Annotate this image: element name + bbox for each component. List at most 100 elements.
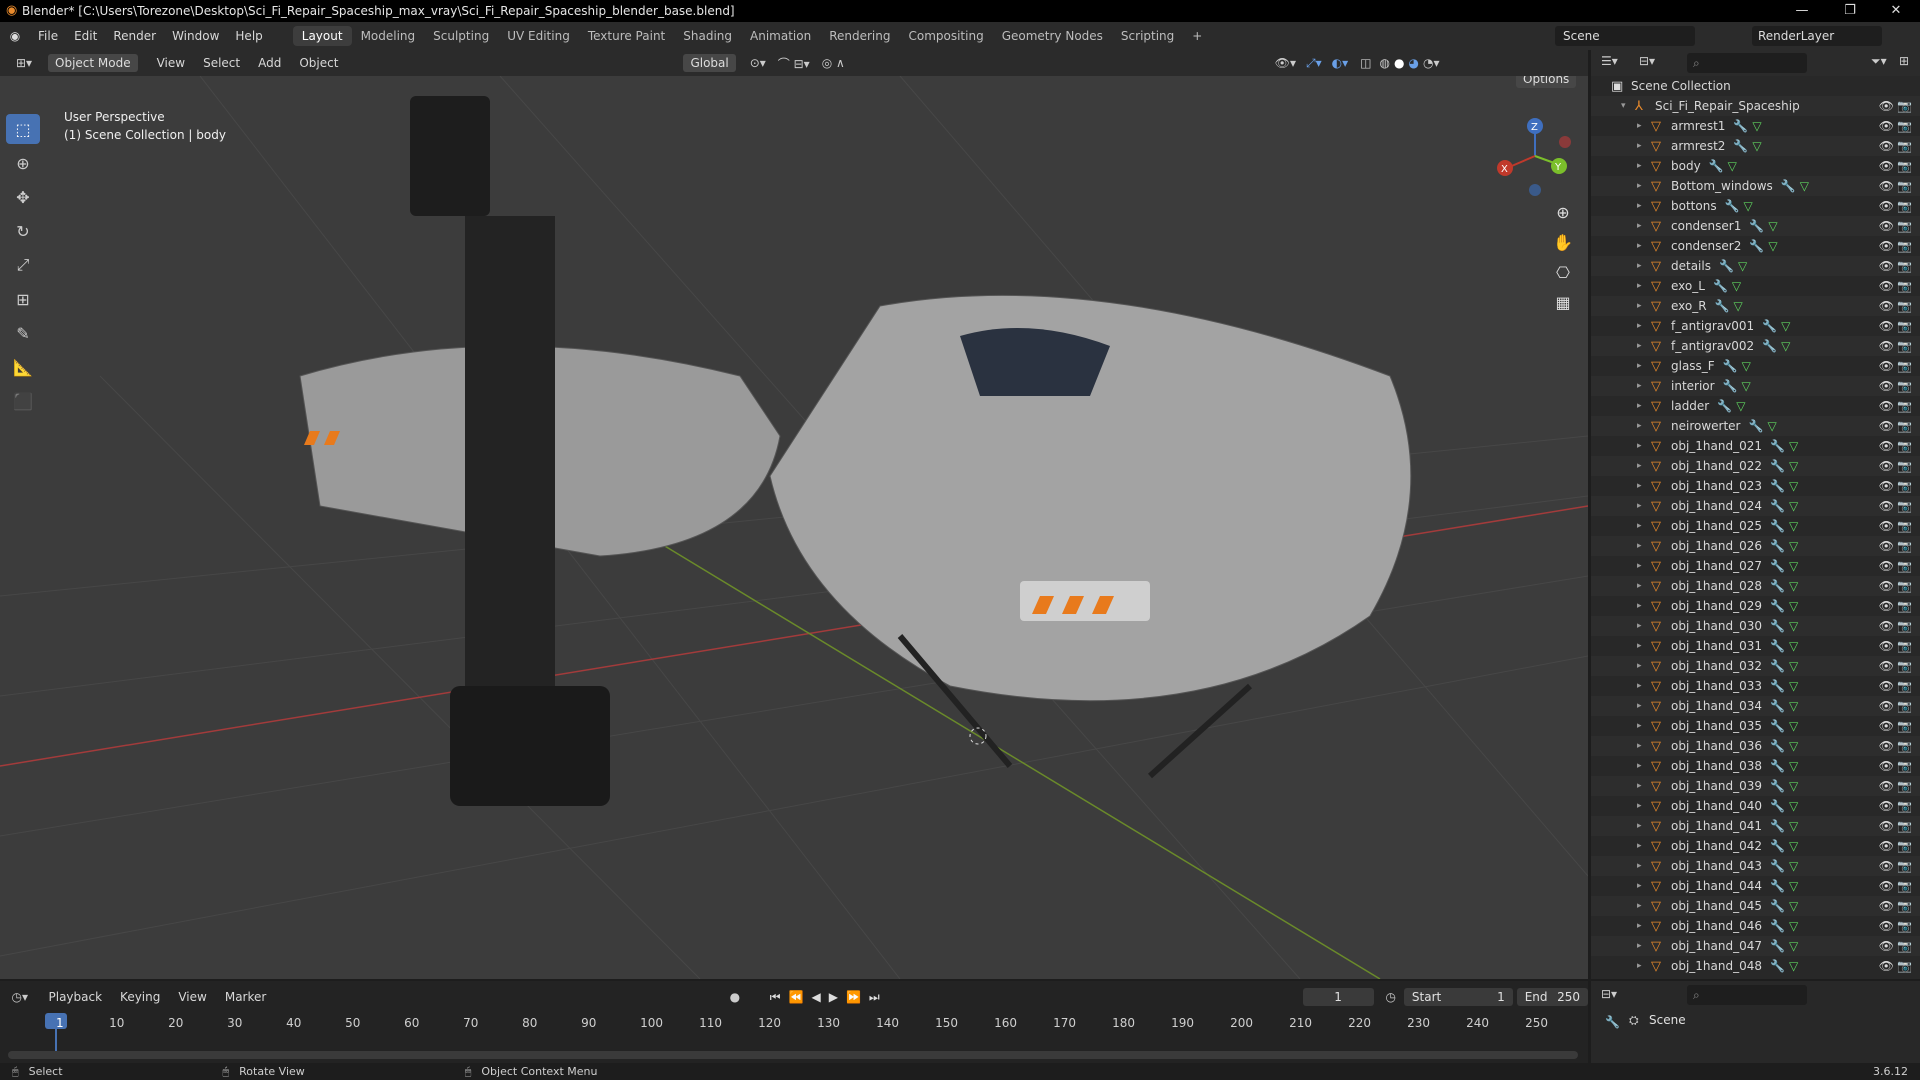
visibility-eye-icon[interactable]: 👁 <box>1879 899 1894 913</box>
modifier-icon[interactable]: 🔧 <box>1770 899 1785 913</box>
visibility-eye-icon[interactable]: 👁 <box>1879 559 1894 573</box>
outliner-item[interactable]: ▸ ▽ condenser2 🔧 ▽ 👁 📷 <box>1591 236 1920 256</box>
outliner-item[interactable]: ▸ ▽ obj_1hand_027 🔧 ▽ 👁 📷 <box>1591 556 1920 576</box>
expand-icon[interactable]: ▸ <box>1637 401 1651 411</box>
expand-icon[interactable]: ▸ <box>1637 701 1651 711</box>
mesh-data-icon[interactable]: ▽ <box>1768 219 1777 233</box>
expand-icon[interactable]: ▸ <box>1637 721 1651 731</box>
outliner-item[interactable]: ▸ ▽ obj_1hand_041 🔧 ▽ 👁 📷 <box>1591 816 1920 836</box>
outliner-item[interactable]: ▸ ▽ armrest1 🔧 ▽ 👁 📷 <box>1591 116 1920 136</box>
filter-icon[interactable]: ⏷▾ <box>1871 54 1887 69</box>
render-camera-icon[interactable]: 📷 <box>1897 859 1912 873</box>
visibility-eye-icon[interactable]: 👁 <box>1879 379 1894 393</box>
expand-icon[interactable]: ▸ <box>1637 321 1651 331</box>
modifier-icon[interactable]: 🔧 <box>1770 439 1785 453</box>
visibility-eye-icon[interactable]: 👁 <box>1879 859 1894 873</box>
visibility-eye-icon[interactable]: 👁 <box>1879 539 1894 553</box>
object-row[interactable]: ▾ ⅄ Sci_Fi_Repair_Spaceship 👁 📷 <box>1591 96 1920 116</box>
mesh-data-icon[interactable]: ▽ <box>1789 439 1798 453</box>
render-camera-icon[interactable]: 📷 <box>1897 139 1912 153</box>
render-camera-icon[interactable]: 📷 <box>1897 539 1912 553</box>
render-camera-icon[interactable]: 📷 <box>1897 179 1912 193</box>
render-camera-icon[interactable]: 📷 <box>1897 799 1912 813</box>
expand-icon[interactable]: ▸ <box>1637 361 1651 371</box>
modifier-icon[interactable]: 🔧 <box>1770 779 1785 793</box>
mesh-data-icon[interactable]: ▽ <box>1781 339 1790 353</box>
mesh-data-icon[interactable]: ▽ <box>1767 419 1776 433</box>
modifier-icon[interactable]: 🔧 <box>1749 239 1764 253</box>
modifier-icon[interactable]: 🔧 <box>1713 279 1728 293</box>
record-icon[interactable]: ● <box>730 990 740 1004</box>
mesh-data-icon[interactable]: ▽ <box>1742 359 1751 373</box>
blender-menu-icon[interactable]: ◉ <box>0 29 30 43</box>
render-camera-icon[interactable]: 📷 <box>1897 719 1912 733</box>
modifier-icon[interactable]: 🔧 <box>1770 499 1785 513</box>
tab-texture-paint[interactable]: Texture Paint <box>579 26 674 46</box>
visibility-icon[interactable]: 👁▾ <box>1275 56 1296 70</box>
mesh-data-icon[interactable]: ▽ <box>1789 859 1798 873</box>
modifier-icon[interactable]: 🔧 <box>1749 419 1764 433</box>
render-camera-icon[interactable]: 📷 <box>1897 939 1912 953</box>
modifier-icon[interactable]: 🔧 <box>1709 159 1724 173</box>
outliner-item[interactable]: ▸ ▽ obj_1hand_033 🔧 ▽ 👁 📷 <box>1591 676 1920 696</box>
mesh-data-icon[interactable]: ▽ <box>1789 839 1798 853</box>
outliner-item[interactable]: ▸ ▽ obj_1hand_028 🔧 ▽ 👁 📷 <box>1591 576 1920 596</box>
mesh-data-icon[interactable]: ▽ <box>1752 139 1761 153</box>
orientation-dropdown[interactable]: Global <box>683 54 736 72</box>
expand-icon[interactable]: ▸ <box>1637 581 1651 591</box>
render-camera-icon[interactable]: 📷 <box>1897 439 1912 453</box>
expand-icon[interactable]: ▸ <box>1637 501 1651 511</box>
visibility-eye-icon[interactable]: 👁 <box>1879 879 1894 893</box>
mesh-data-icon[interactable]: ▽ <box>1789 899 1798 913</box>
outliner-item[interactable]: ▸ ▽ obj_1hand_022 🔧 ▽ 👁 📷 <box>1591 456 1920 476</box>
modifier-icon[interactable]: 🔧 <box>1719 259 1734 273</box>
expand-icon[interactable]: ▸ <box>1637 921 1651 931</box>
visibility-eye-icon[interactable]: 👁 <box>1879 239 1894 253</box>
restore-icon[interactable]: ❐ <box>1830 0 1870 22</box>
mesh-data-icon[interactable]: ▽ <box>1789 499 1798 513</box>
tab-scripting[interactable]: Scripting <box>1112 26 1183 46</box>
outliner-item[interactable]: ▸ ▽ exo_L 🔧 ▽ 👁 📷 <box>1591 276 1920 296</box>
render-camera-icon[interactable]: 📷 <box>1897 319 1912 333</box>
move-tool-icon[interactable]: ✥ <box>6 182 40 212</box>
expand-icon[interactable]: ▸ <box>1637 181 1651 191</box>
render-camera-icon[interactable]: 📷 <box>1897 739 1912 753</box>
visibility-eye-icon[interactable]: 👁 <box>1879 759 1894 773</box>
expand-icon[interactable]: ▸ <box>1637 341 1651 351</box>
outliner-item[interactable]: ▸ ▽ obj_1hand_039 🔧 ▽ 👁 📷 <box>1591 776 1920 796</box>
outliner-item[interactable]: ▸ ▽ bottons 🔧 ▽ 👁 📷 <box>1591 196 1920 216</box>
mesh-data-icon[interactable]: ▽ <box>1728 159 1737 173</box>
expand-icon[interactable]: ▸ <box>1637 821 1651 831</box>
visibility-eye-icon[interactable]: 👁 <box>1879 399 1894 413</box>
expand-icon[interactable]: ▸ <box>1637 201 1651 211</box>
render-camera-icon[interactable]: 📷 <box>1897 899 1912 913</box>
outliner-item[interactable]: ▸ ▽ Bottom_windows 🔧 ▽ 👁 📷 <box>1591 176 1920 196</box>
outliner-item[interactable]: ▸ ▽ obj_1hand_035 🔧 ▽ 👁 📷 <box>1591 716 1920 736</box>
render-camera-icon[interactable]: 📷 <box>1897 239 1912 253</box>
modifier-icon[interactable]: 🔧 <box>1770 599 1785 613</box>
grid-perspective-icon[interactable]: ▦ <box>1552 288 1574 318</box>
mesh-data-icon[interactable]: ▽ <box>1789 679 1798 693</box>
outliner-search-input[interactable]: ⌕ <box>1687 53 1807 73</box>
expand-icon[interactable]: ▸ <box>1637 781 1651 791</box>
outliner-item[interactable]: ▸ ▽ armrest2 🔧 ▽ 👁 📷 <box>1591 136 1920 156</box>
visibility-eye-icon[interactable]: 👁 <box>1879 299 1894 313</box>
render-camera-icon[interactable]: 📷 <box>1897 819 1912 833</box>
visibility-eye-icon[interactable]: 👁 <box>1879 159 1894 173</box>
modifier-icon[interactable]: 🔧 <box>1770 939 1785 953</box>
visibility-eye-icon[interactable]: 👁 <box>1879 119 1894 133</box>
modifier-icon[interactable]: 🔧 <box>1723 379 1738 393</box>
current-frame-field[interactable]: 1 <box>1302 988 1374 1006</box>
expand-icon[interactable]: ▸ <box>1637 421 1651 431</box>
expand-icon[interactable]: ▸ <box>1637 861 1651 871</box>
mesh-data-icon[interactable]: ▽ <box>1789 559 1798 573</box>
modifier-icon[interactable]: 🔧 <box>1749 219 1764 233</box>
tab-uv-editing[interactable]: UV Editing <box>498 26 579 46</box>
render-camera-icon[interactable]: 📷 <box>1897 259 1912 273</box>
outliner-item[interactable]: ▸ ▽ neirowerter 🔧 ▽ 👁 📷 <box>1591 416 1920 436</box>
gizmo-icon[interactable]: ⤢▾ <box>1306 56 1322 71</box>
outliner-item[interactable]: ▸ ▽ body 🔧 ▽ 👁 📷 <box>1591 156 1920 176</box>
modifier-icon[interactable]: 🔧 <box>1770 879 1785 893</box>
overlay-icon[interactable]: ◐▾ <box>1332 56 1349 70</box>
render-camera-icon[interactable]: 📷 <box>1897 219 1912 233</box>
